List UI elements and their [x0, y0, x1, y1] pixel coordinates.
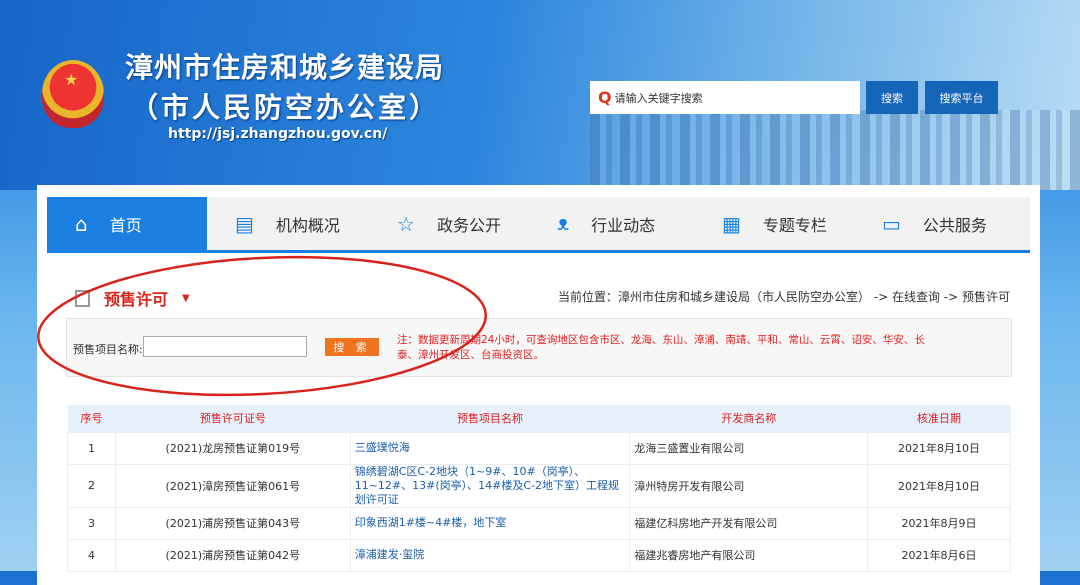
red-circle-annotation [37, 255, 487, 397]
